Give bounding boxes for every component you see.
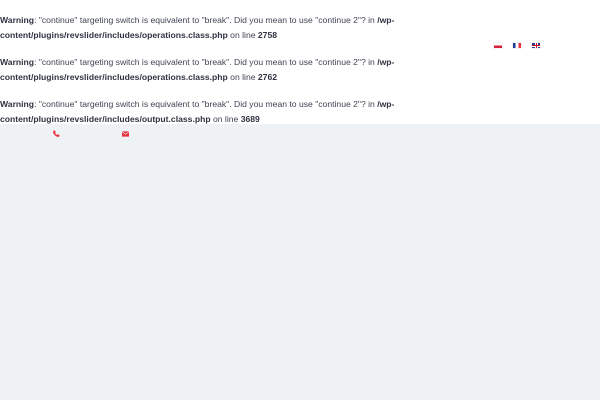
flag-gb-icon[interactable] xyxy=(532,43,540,48)
contact-bar xyxy=(53,130,133,137)
php-warnings: Warning: "continue" targeting switch is … xyxy=(0,0,600,124)
contact-email[interactable] xyxy=(122,130,133,137)
warning-line: 2762 xyxy=(257,71,278,82)
php-warning: Warning: "continue" targeting switch is … xyxy=(0,13,600,42)
language-switcher xyxy=(494,43,540,48)
warning-line-prefix: on line xyxy=(210,113,241,124)
flag-pl-icon[interactable] xyxy=(494,43,502,48)
warning-label: Warning xyxy=(0,99,35,109)
flag-fr-icon[interactable] xyxy=(513,43,521,48)
warning-line: 2758 xyxy=(257,29,278,40)
page: Warning: "continue" targeting switch is … xyxy=(0,0,600,400)
phone-icon xyxy=(53,130,60,137)
warning-line: 3689 xyxy=(240,113,260,124)
warning-message: : "continue" targeting switch is equival… xyxy=(34,15,378,25)
warning-message: : "continue" targeting switch is equival… xyxy=(34,57,378,67)
warning-label: Warning xyxy=(0,57,35,67)
warning-line-prefix: on line xyxy=(227,71,258,82)
warning-label: Warning xyxy=(0,15,35,25)
page-body xyxy=(0,124,600,400)
warning-line-prefix: on line xyxy=(227,29,258,40)
php-warning: Warning: "continue" targeting switch is … xyxy=(0,55,600,84)
envelope-icon xyxy=(122,130,129,137)
php-warning: Warning: "continue" targeting switch is … xyxy=(0,97,600,126)
warning-message: : "continue" targeting switch is equival… xyxy=(34,99,378,109)
contact-phone[interactable] xyxy=(53,130,64,137)
